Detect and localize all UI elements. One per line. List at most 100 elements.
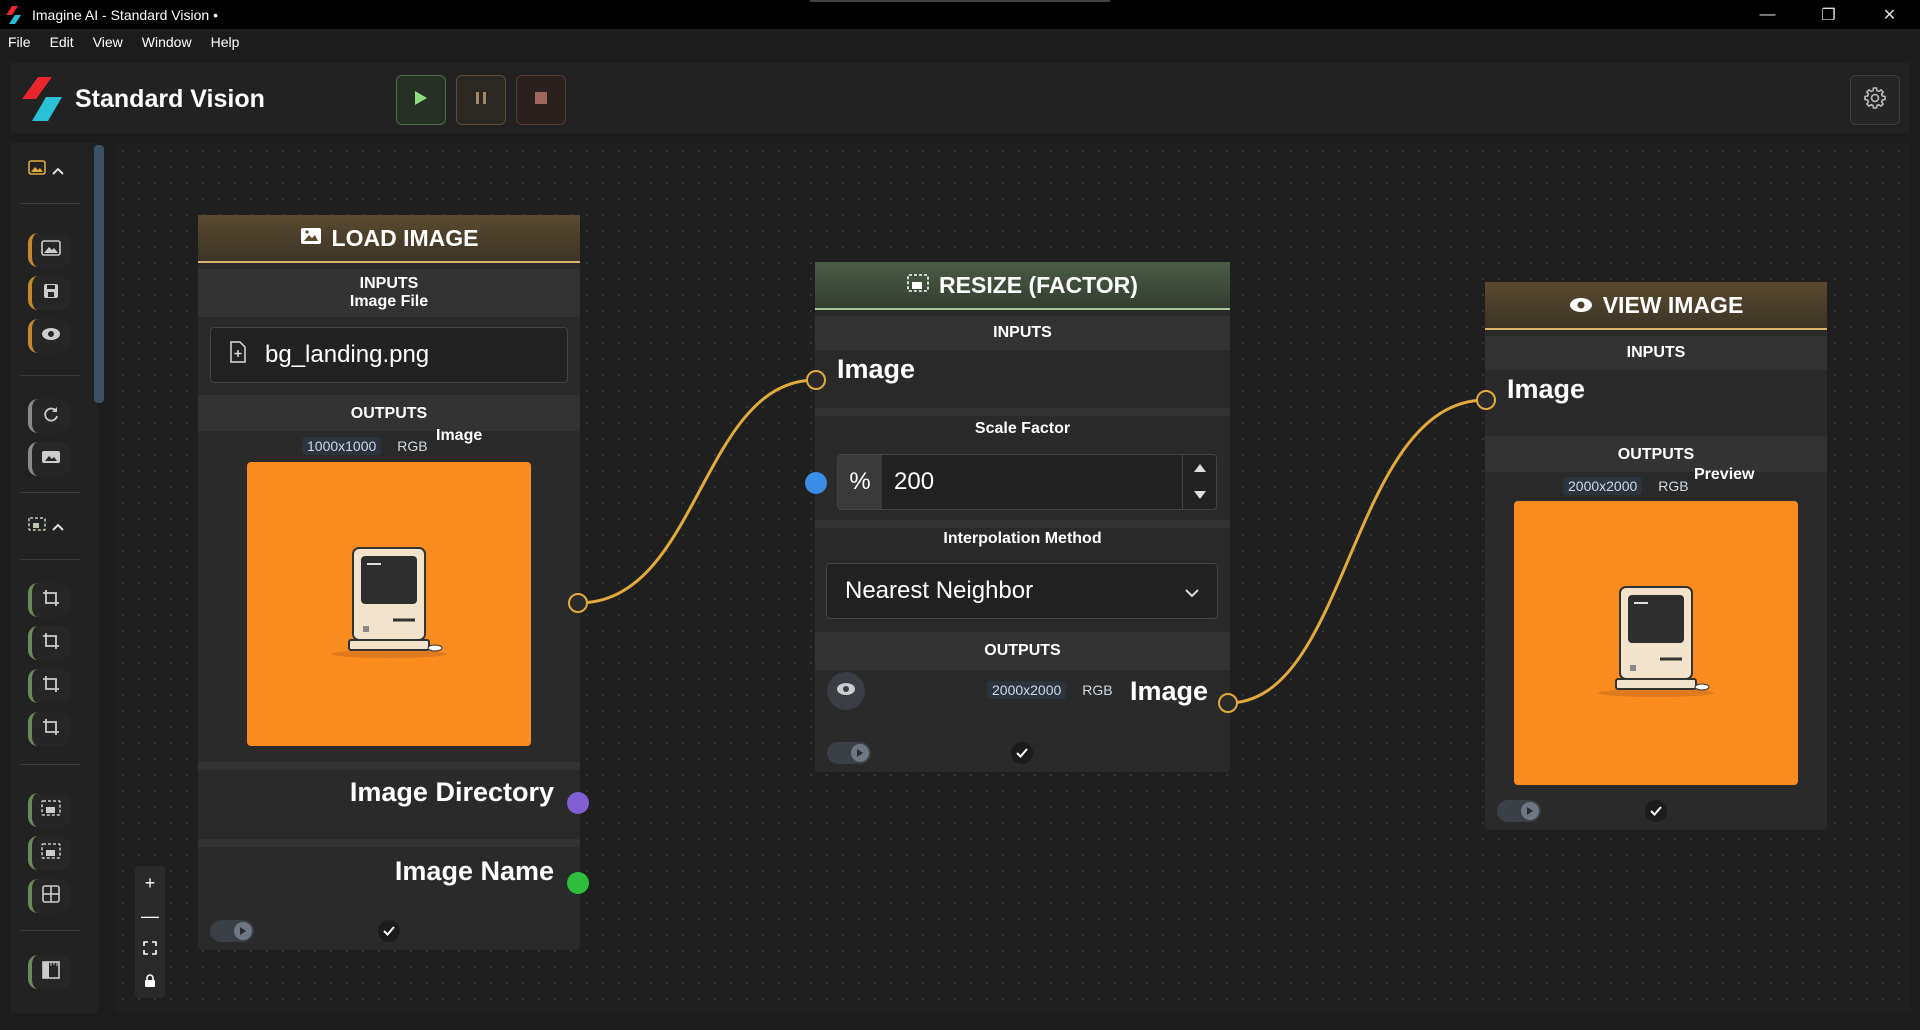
inputs-section: INPUTS Image File — [198, 269, 580, 317]
sidebar-group-image[interactable] — [28, 159, 64, 182]
scale-factor-port[interactable] — [805, 472, 827, 494]
minimize-button[interactable]: — — [1737, 0, 1798, 29]
image-preview[interactable] — [1514, 501, 1798, 785]
node-status-check[interactable] — [378, 920, 400, 942]
sidebar-item-resize-1[interactable] — [28, 793, 70, 827]
chevron-down-icon — [1185, 577, 1199, 605]
app-header: Standard Vision — [10, 63, 1910, 133]
view-image-input-port[interactable] — [1476, 390, 1496, 410]
zoom-controls: + — — [135, 866, 165, 998]
sidebar-item-crop-4[interactable] — [28, 712, 70, 746]
sidebar-item-crop-3[interactable] — [28, 669, 70, 703]
menu-view[interactable]: View — [93, 34, 123, 50]
scale-factor-value[interactable]: 200 — [882, 455, 1182, 509]
menu-file[interactable]: File — [8, 34, 31, 50]
sidebar-group-transform[interactable] — [28, 515, 64, 538]
sidebar-item-crop-1[interactable] — [28, 583, 70, 617]
maximize-button[interactable]: ❐ — [1798, 0, 1859, 29]
chevron-up-icon — [52, 162, 64, 180]
image-meta: 2000x2000 RGB — [1563, 477, 1689, 495]
sidebar-item-load-image[interactable] — [28, 233, 70, 267]
load-image-output-port[interactable] — [568, 593, 588, 613]
stepper — [1182, 455, 1216, 509]
outputs-section: OUTPUTS — [815, 632, 1230, 670]
image-preview[interactable] — [247, 462, 531, 746]
node-enable-toggle[interactable] — [827, 742, 871, 764]
sidebar-item-camera[interactable] — [28, 442, 70, 476]
outputs-section: OUTPUTS — [198, 395, 580, 431]
preview-toggle-button[interactable] — [827, 672, 865, 710]
stepper-down-icon[interactable] — [1193, 487, 1207, 505]
sidebar-divider — [20, 764, 80, 765]
input-name-label: Image File — [349, 293, 429, 310]
image-mode-badge: RGB — [397, 438, 428, 454]
load-image-node[interactable]: LOAD IMAGE INPUTS Image File bg_landing.… — [198, 215, 580, 950]
pause-button[interactable] — [456, 75, 506, 125]
resize-input-port[interactable] — [806, 370, 826, 390]
eye-icon — [836, 682, 856, 701]
zoom-in-button[interactable]: + — [145, 874, 156, 892]
sidebar-item-ruler[interactable] — [28, 955, 70, 989]
sidebar-scrollbar[interactable] — [94, 145, 104, 403]
node-status-check[interactable] — [1011, 742, 1033, 764]
play-icon — [1521, 802, 1539, 820]
ruler-icon — [41, 960, 61, 985]
node-header[interactable]: LOAD IMAGE — [198, 215, 580, 263]
close-button[interactable]: ✕ — [1859, 0, 1920, 29]
node-palette-sidebar — [10, 143, 104, 1013]
image-name-port[interactable] — [567, 872, 589, 894]
play-button[interactable] — [396, 75, 446, 125]
divider — [198, 762, 580, 770]
sidebar-divider — [20, 930, 80, 931]
image-file-picker[interactable]: bg_landing.png — [210, 327, 568, 383]
chevron-up-icon — [52, 518, 64, 536]
image-directory-port[interactable] — [567, 792, 589, 814]
node-footer — [1485, 792, 1827, 830]
outputs-label: OUTPUTS — [350, 405, 428, 422]
lock-button[interactable] — [144, 973, 156, 991]
node-header[interactable]: RESIZE (FACTOR) — [815, 262, 1230, 310]
menu-help[interactable]: Help — [211, 34, 240, 50]
inputs-label: INPUTS — [993, 324, 1052, 341]
sidebar-item-grid[interactable] — [28, 879, 70, 913]
menu-edit[interactable]: Edit — [50, 34, 74, 50]
stop-button[interactable] — [516, 75, 566, 125]
sidebar-item-view-image[interactable] — [28, 319, 70, 353]
node-enable-toggle[interactable] — [1497, 800, 1541, 822]
brand-logo-icon — [22, 77, 66, 121]
drag-handle[interactable] — [810, 0, 1110, 2]
crop-icon — [42, 632, 60, 655]
grid-icon — [42, 884, 60, 908]
inputs-label: INPUTS — [359, 275, 419, 292]
image-meta: 2000x2000 RGB — [987, 681, 1113, 699]
view-image-node[interactable]: VIEW IMAGE INPUTS Image OUTPUTS 2000x200… — [1485, 282, 1827, 830]
sidebar-item-save-image[interactable] — [28, 276, 70, 310]
resize-output-port[interactable] — [1218, 693, 1238, 713]
gear-icon — [1863, 86, 1887, 115]
file-name-value: bg_landing.png — [265, 341, 430, 368]
eye-icon — [41, 327, 61, 346]
resize-factor-node[interactable]: RESIZE (FACTOR) INPUTS Image Scale Facto… — [815, 262, 1230, 772]
settings-button[interactable] — [1850, 75, 1900, 125]
menu-window[interactable]: Window — [142, 34, 192, 50]
inputs-section: INPUTS — [1485, 336, 1827, 370]
stepper-up-icon[interactable] — [1193, 460, 1207, 478]
sidebar-item-resize-2[interactable] — [28, 836, 70, 870]
sidebar-item-crop-2[interactable] — [28, 626, 70, 660]
scale-factor-input[interactable]: % 200 — [837, 454, 1217, 510]
fit-view-button[interactable] — [143, 940, 157, 958]
image-meta: 1000x1000 RGB — [302, 437, 428, 455]
interpolation-value: Nearest Neighbor — [845, 577, 1034, 604]
resize-icon — [41, 799, 61, 822]
crop-icon — [42, 675, 60, 698]
stop-icon — [534, 91, 548, 110]
node-header[interactable]: VIEW IMAGE — [1485, 282, 1827, 330]
zoom-out-button[interactable]: — — [141, 907, 159, 925]
image-directory-label: Image Directory — [349, 777, 554, 807]
interpolation-select[interactable]: Nearest Neighbor — [826, 563, 1218, 619]
node-status-check[interactable] — [1645, 800, 1667, 822]
node-enable-toggle[interactable] — [210, 920, 254, 942]
image-category-icon — [28, 159, 48, 182]
outputs-section: OUTPUTS — [1485, 436, 1827, 472]
sidebar-item-convert[interactable] — [28, 399, 70, 433]
